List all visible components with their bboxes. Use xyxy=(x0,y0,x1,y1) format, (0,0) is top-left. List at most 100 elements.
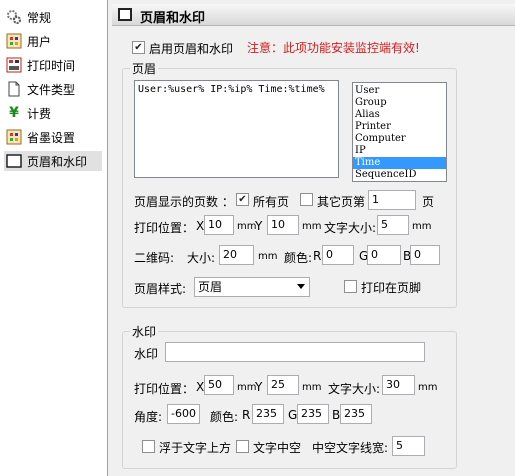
chevron-down-icon xyxy=(297,284,305,289)
sidebar-item-ink-saving[interactable]: 省墨设置 xyxy=(4,127,102,147)
unit-label: mm xyxy=(302,221,322,232)
color-label: 颜色: xyxy=(210,410,239,424)
unit-label: mm xyxy=(302,382,322,393)
unit-label: mm xyxy=(237,221,257,232)
header-template-textarea[interactable]: User:%user% IP:%ip% Time:%time% xyxy=(134,80,339,178)
all-pages-checkbox[interactable]: ✔ xyxy=(236,193,249,206)
angle-input[interactable]: -600 xyxy=(167,404,200,424)
qr-label: 二维码: xyxy=(134,251,175,265)
all-pages-label: 所有页 xyxy=(253,195,290,209)
other-pages-checkbox[interactable] xyxy=(300,193,313,206)
watermark-g-input[interactable]: 235 xyxy=(297,404,329,424)
sidebar-item-print-time[interactable]: 打印时间 xyxy=(4,55,102,75)
settings-panel: 页眉和水印 ✔ 启用页眉和水印 注意：此项功能安装监控端有效! 页眉 User:… xyxy=(112,0,515,476)
user-icon xyxy=(6,33,22,49)
watermark-text-input[interactable] xyxy=(165,342,425,362)
sidebar-item-general[interactable]: 常规 xyxy=(4,7,102,27)
header-style-label: 页眉样式: xyxy=(134,282,187,296)
sidebar-item-label: 打印时间 xyxy=(27,58,76,73)
list-item[interactable]: Computer xyxy=(353,133,446,145)
unit-label: mm xyxy=(237,382,257,393)
sidebar-item-label: 省墨设置 xyxy=(27,130,76,145)
footer-label: 打印在页脚 xyxy=(361,281,422,295)
qr-size-label: 大小: xyxy=(187,251,216,265)
header-style-select[interactable]: 页眉 xyxy=(194,277,310,297)
sidebar-item-label: 计费 xyxy=(27,106,52,121)
x-label: X xyxy=(196,219,205,233)
angle-label: 角度: xyxy=(134,410,163,424)
watermark-font-size-input[interactable]: 30 xyxy=(382,375,415,395)
sidebar-item-label: 常规 xyxy=(27,10,52,25)
sidebar-item-file-type[interactable]: 文件类型 xyxy=(4,79,102,99)
list-item-selected[interactable]: Time xyxy=(353,157,446,169)
list-item[interactable]: SequenceID xyxy=(353,169,446,181)
watermark-group-legend: 水印 xyxy=(130,323,159,340)
header-watermark-icon xyxy=(118,8,132,21)
watermark-x-input[interactable]: 50 xyxy=(204,375,234,395)
qr-g-input[interactable]: 0 xyxy=(367,245,401,265)
qr-r-input[interactable]: 0 xyxy=(322,245,354,265)
other-pages-label: 其它页第 xyxy=(317,195,366,209)
hollow-text-checkbox[interactable] xyxy=(236,440,249,453)
qr-size-input[interactable]: 20 xyxy=(219,245,254,265)
sidebar-item-label: 页眉和水印 xyxy=(27,154,88,169)
g-label: G xyxy=(288,408,298,422)
yen-icon: ¥ xyxy=(9,105,19,121)
font-size-label: 文字大小: xyxy=(324,221,377,235)
gears-icon xyxy=(6,9,22,25)
header-font-size-input[interactable]: 5 xyxy=(377,215,409,235)
y-label: Y xyxy=(255,380,263,394)
float-above-text-checkbox[interactable] xyxy=(142,440,155,453)
hollow-text-label: 文字中空 xyxy=(253,441,302,455)
print-time-icon xyxy=(6,57,22,73)
list-item[interactable]: Group xyxy=(353,97,446,109)
x-label: X xyxy=(196,380,205,394)
print-position-label: 打印位置： xyxy=(134,382,195,396)
variable-listbox[interactable]: User Group Alias Printer Computer IP Tim… xyxy=(352,82,447,182)
list-item[interactable]: IP xyxy=(353,145,446,157)
qr-b-input[interactable]: 0 xyxy=(410,245,440,265)
sidebar-item-user[interactable]: 用户 xyxy=(4,31,102,51)
unit-label: mm xyxy=(418,382,438,393)
sidebar-item-label: 文件类型 xyxy=(27,82,76,97)
sidebar-item-label: 用户 xyxy=(27,34,52,49)
ink-icon xyxy=(6,129,22,145)
float-above-text-label: 浮于文字上方 xyxy=(159,441,232,455)
sidebar-item-billing[interactable]: ¥ 计费 xyxy=(4,103,102,123)
y-label: Y xyxy=(255,219,263,233)
r-label: R xyxy=(242,408,251,422)
watermark-y-input[interactable]: 25 xyxy=(267,375,299,395)
footer-checkbox[interactable] xyxy=(344,280,357,293)
list-item[interactable]: User xyxy=(353,85,446,97)
warning-text: 注意：此项功能安装监控端有效! xyxy=(247,41,420,55)
color-label: 颜色: xyxy=(284,251,313,265)
header-group-legend: 页眉 xyxy=(130,60,159,77)
panel-header: 页眉和水印 xyxy=(112,4,515,26)
pages-label: 页眉显示的页数 ： xyxy=(134,195,234,209)
enable-label: 启用页眉和水印 xyxy=(149,42,234,56)
hollow-width-input[interactable]: 5 xyxy=(392,436,425,456)
header-style-value: 页眉 xyxy=(198,280,223,294)
list-item[interactable]: Printer xyxy=(353,121,446,133)
header-watermark-icon xyxy=(6,153,22,169)
hollow-width-label: 中空文字线宽: xyxy=(312,441,389,455)
sidebar: 常规 用户 打印时间 文件类型 ¥ 计费 省墨设置 页眉和水印 xyxy=(0,0,108,476)
b-label: B xyxy=(332,408,341,422)
watermark-b-input[interactable]: 235 xyxy=(340,404,372,424)
page-title: 页眉和水印 xyxy=(140,11,206,26)
header-x-input[interactable]: 10 xyxy=(204,215,234,235)
r-label: R xyxy=(313,249,322,263)
document-icon xyxy=(6,81,22,97)
print-position-label: 打印位置： xyxy=(134,221,195,235)
sidebar-item-header-watermark[interactable]: 页眉和水印 xyxy=(4,151,102,171)
font-size-label: 文字大小: xyxy=(328,382,381,396)
page-unit-label: 页 xyxy=(422,195,435,209)
watermark-r-input[interactable]: 235 xyxy=(252,404,284,424)
watermark-label: 水印 xyxy=(134,347,159,361)
unit-label: mm xyxy=(412,221,432,232)
other-pages-input[interactable]: 1 xyxy=(368,190,416,210)
unit-label: mm xyxy=(258,251,278,262)
list-item[interactable]: Alias xyxy=(353,109,446,121)
enable-checkbox[interactable]: ✔ xyxy=(132,41,145,54)
header-y-input[interactable]: 10 xyxy=(267,215,299,235)
